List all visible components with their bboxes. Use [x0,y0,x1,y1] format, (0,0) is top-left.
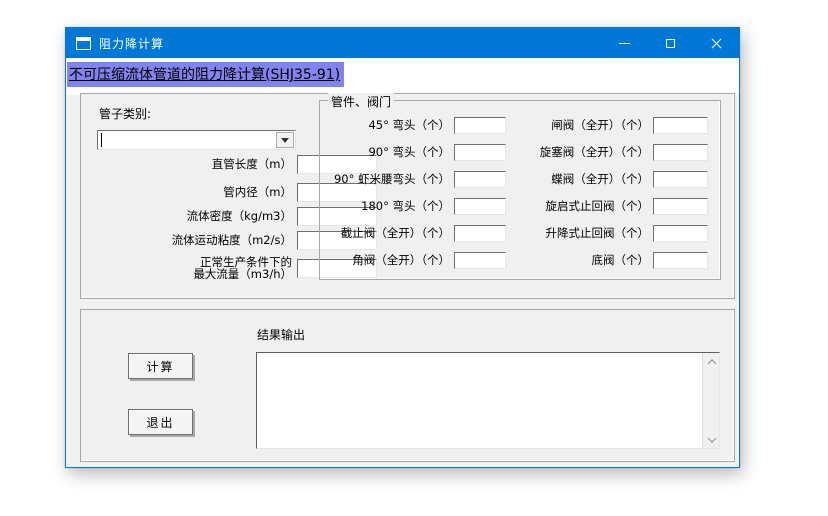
elbow45-label: 45° 弯头（个） [368,118,450,132]
fitting-row: 截止阀（全开）（个） [322,224,506,242]
swing-check-valve-label: 旋启式止回阀（个） [545,199,650,213]
fittings-group-title: 管件、阀门 [328,93,395,110]
swing-check-valve-input[interactable] [653,197,708,215]
lift-check-valve-label: 升降式止回阀（个） [545,226,650,240]
close-icon [710,37,723,50]
butterfly-valve-label: 蝶阀（全开）（个） [551,172,649,186]
kinematic-viscosity-label: 流体运动粘度（m2/s） [171,233,292,247]
fitting-row: 底阀（个） [518,251,708,269]
client-area: 不可压缩流体管道的阻力降计算(SHJ35-91) 管子类别: 直管长度（m） 管… [66,58,739,467]
maximize-icon [665,38,675,48]
desktop: 阻力降计算 不可压缩流体管道的阻力降计算(SHJ35-91) 管子类别: 直管长… [0,0,828,516]
mitre-elbow90-input[interactable] [454,170,506,188]
elbow180-label: 180° 弯头（个） [361,199,450,213]
minimize-button[interactable] [601,28,647,58]
fitting-row: 蝶阀（全开）（个） [518,170,708,188]
fitting-row: 90° 弯头（个） [322,143,506,161]
max-flow-label: 正常生产条件下的 最大流量（m3/h） [193,255,292,281]
elbow180-input[interactable] [454,197,506,215]
exit-button[interactable]: 退出 [128,409,193,435]
scroll-down-icon [707,433,716,443]
fitting-row: 角阀（全开）（个） [322,251,506,269]
combobox-dropdown-button[interactable] [276,132,294,148]
result-output-textbox[interactable] [256,352,720,449]
result-output-label: 结果输出 [257,328,306,342]
angle-valve-label: 角阀（全开）（个） [352,253,450,267]
pipe-category-label: 管子类别: [99,107,152,121]
gate-valve-label: 闸阀（全开）（个） [551,118,649,132]
fitting-row: 45° 弯头（个） [322,116,506,134]
fitting-row: 90° 虾米腰弯头（个） [322,170,506,188]
result-panel: 计算 退出 结果输出 [80,309,735,462]
chevron-down-icon [281,137,289,143]
gate-valve-input[interactable] [653,116,708,134]
foot-valve-input[interactable] [653,251,708,269]
plug-valve-label: 旋塞阀（全开）（个） [539,145,649,159]
elbow90-input[interactable] [454,143,506,161]
calculate-button[interactable]: 计算 [128,353,193,379]
lift-check-valve-input[interactable] [653,224,708,242]
globe-valve-input[interactable] [454,224,506,242]
minimize-icon [618,42,630,44]
elbow45-input[interactable] [454,116,506,134]
titlebar[interactable]: 阻力降计算 [66,28,739,58]
app-window: 阻力降计算 不可压缩流体管道的阻力降计算(SHJ35-91) 管子类别: 直管长… [65,27,740,468]
vertical-scrollbar[interactable] [702,353,719,448]
text-caret [101,133,102,147]
fitting-row: 闸阀（全开）（个） [518,116,708,134]
form-icon [76,36,91,50]
pipe-category-combobox[interactable] [97,130,296,150]
parameters-panel: 管子类别: 直管长度（m） 管内径（m） 流体密度（kg/m3） 流体运动粘度（… [80,93,735,299]
window-title: 阻力降计算 [99,36,165,51]
header-strip: 不可压缩流体管道的阻力降计算(SHJ35-91) [66,58,739,95]
fitting-row: 旋启式止回阀（个） [518,197,708,215]
globe-valve-label: 截止阀（全开）（个） [340,226,450,240]
foot-valve-label: 底阀（个） [591,253,650,267]
elbow90-label: 90° 弯头（个） [368,145,450,159]
angle-valve-input[interactable] [454,251,506,269]
maximize-button[interactable] [647,28,693,58]
straight-length-label: 直管长度（m） [211,157,292,171]
fitting-row: 升降式止回阀（个） [518,224,708,242]
mitre-elbow90-label: 90° 虾米腰弯头（个） [333,172,450,186]
butterfly-valve-input[interactable] [653,170,708,188]
fluid-density-label: 流体密度（kg/m3） [186,209,292,223]
plug-valve-input[interactable] [653,143,708,161]
scroll-down-button[interactable] [703,431,719,448]
fittings-groupbox: 管件、阀门 45° 弯头（个） 90° 弯头（个） 90° 虾米腰弯头（个） 1… [319,93,721,280]
scroll-up-button[interactable] [703,353,719,370]
window-controls [601,28,739,58]
fitting-row: 旋塞阀（全开）（个） [518,143,708,161]
close-button[interactable] [693,28,739,58]
page-title: 不可压缩流体管道的阻力降计算(SHJ35-91) [67,62,345,87]
scroll-up-icon [707,358,716,368]
inner-diameter-label: 管内径（m） [223,185,292,199]
fitting-row: 180° 弯头（个） [322,197,506,215]
